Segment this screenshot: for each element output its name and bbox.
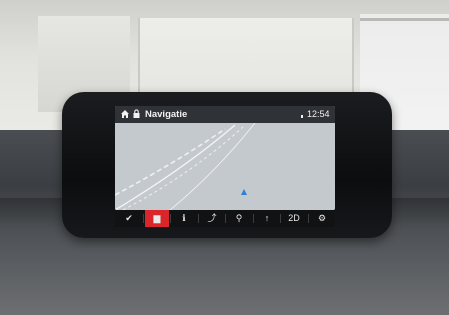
pin-icon: ⚲ xyxy=(235,213,243,223)
screen-header: Navigatie 12:54 xyxy=(115,106,335,123)
settings-icon: ⚙ xyxy=(317,213,327,223)
info-icon: ℹ xyxy=(182,213,186,223)
bottom-toolbar: ✔ ▆ ℹ ⤴ ⚲ ↑ 2D ⚙ xyxy=(115,210,335,227)
toolbar-divider xyxy=(253,214,254,223)
screen-title: Navigatie xyxy=(145,109,188,120)
clock: 12:54 xyxy=(307,109,330,119)
signal-icon xyxy=(301,115,303,118)
toolbar-divider xyxy=(198,214,199,223)
map-flag-button[interactable]: ▆ xyxy=(145,210,169,227)
exit-button[interactable]: ↑ xyxy=(255,210,279,227)
navigation-map[interactable] xyxy=(115,123,335,210)
exit-icon: ↑ xyxy=(264,213,270,223)
view-2d-icon: 2D xyxy=(288,213,300,223)
check-button[interactable]: ✔ xyxy=(117,210,141,227)
pin-button[interactable]: ⚲ xyxy=(227,210,251,227)
route-button[interactable]: ⤴ xyxy=(200,210,224,227)
toolbar-divider xyxy=(170,214,171,223)
lock-icon xyxy=(133,109,140,118)
info-button[interactable]: ℹ xyxy=(172,210,196,227)
home-icon[interactable] xyxy=(120,108,130,120)
route-icon: ⤴ xyxy=(207,213,217,223)
map-flag-icon: ▆ xyxy=(153,213,161,223)
toolbar-divider xyxy=(308,214,309,223)
toolbar-divider xyxy=(280,214,281,223)
toolbar-divider xyxy=(225,214,226,223)
infotainment-screen: Navigatie 12:54 xyxy=(115,106,335,210)
toolbar-divider xyxy=(143,214,144,223)
settings-button[interactable]: ⚙ xyxy=(310,210,334,227)
view-2d-button[interactable]: 2D xyxy=(282,210,306,227)
check-icon: ✔ xyxy=(125,213,133,223)
door-rail xyxy=(360,18,449,21)
